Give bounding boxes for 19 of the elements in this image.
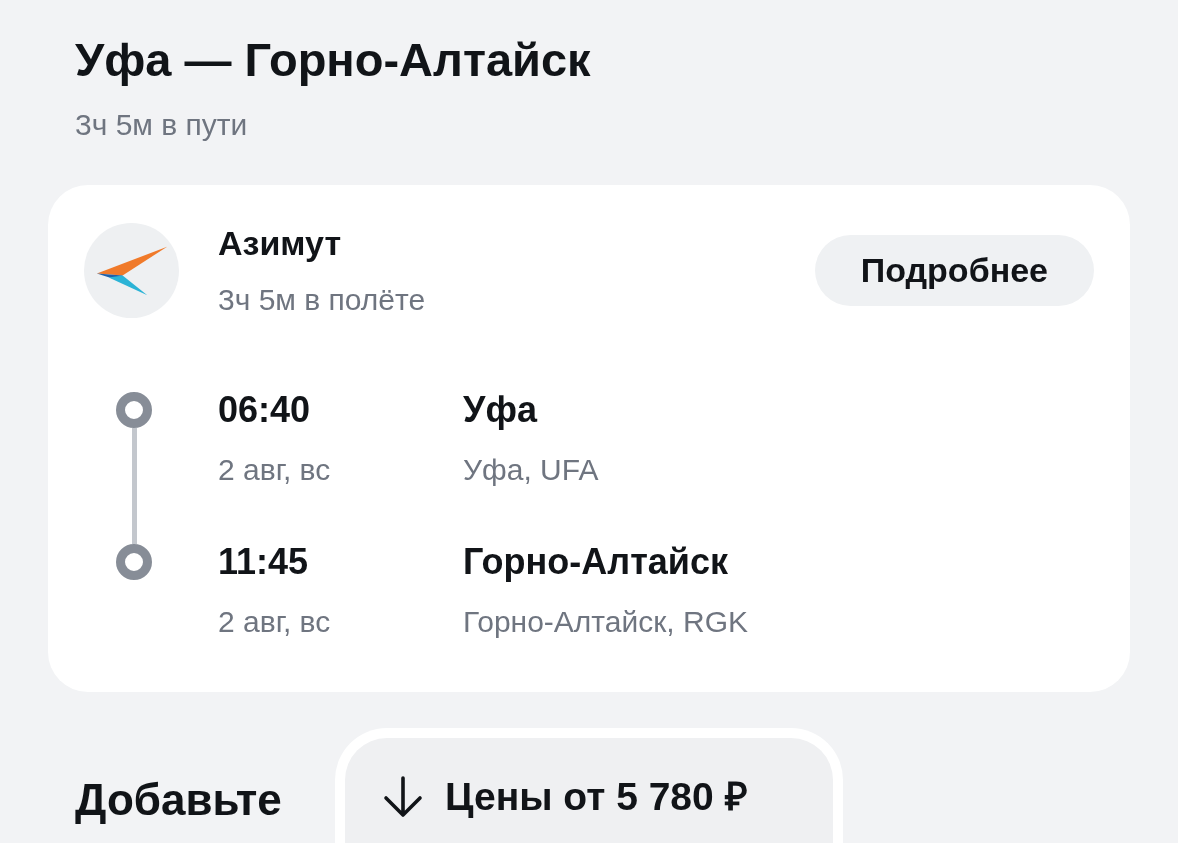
arrival-time: 11:45	[218, 540, 309, 584]
airline-logo-icon	[84, 223, 179, 318]
trip-duration: 3ч 5м в пути	[75, 107, 248, 143]
flight-duration: 3ч 5м в полёте	[218, 282, 426, 318]
airport-name: Горно-Алтайск, RGK	[463, 604, 748, 640]
stop-city: Уфа	[463, 388, 537, 432]
airline-name: Азимут	[218, 223, 342, 263]
stop-date: 2 авг, вс	[218, 452, 331, 488]
stop-date: 2 авг, вс	[218, 604, 331, 640]
airport-name: Уфа, UFA	[463, 452, 599, 488]
stop-dot-icon	[116, 392, 152, 428]
departure-time: 06:40	[218, 388, 311, 432]
section-heading: Добавьте	[75, 774, 282, 826]
stop-dot-icon	[116, 544, 152, 580]
route-title: Уфа — Горно-Алтайск	[75, 32, 591, 88]
price-button[interactable]: Цены от 5 780 ₽	[335, 728, 843, 843]
stop-city: Горно-Алтайск	[463, 540, 728, 584]
arrow-down-icon	[383, 776, 423, 818]
details-button[interactable]: Подробнее	[814, 235, 1094, 306]
